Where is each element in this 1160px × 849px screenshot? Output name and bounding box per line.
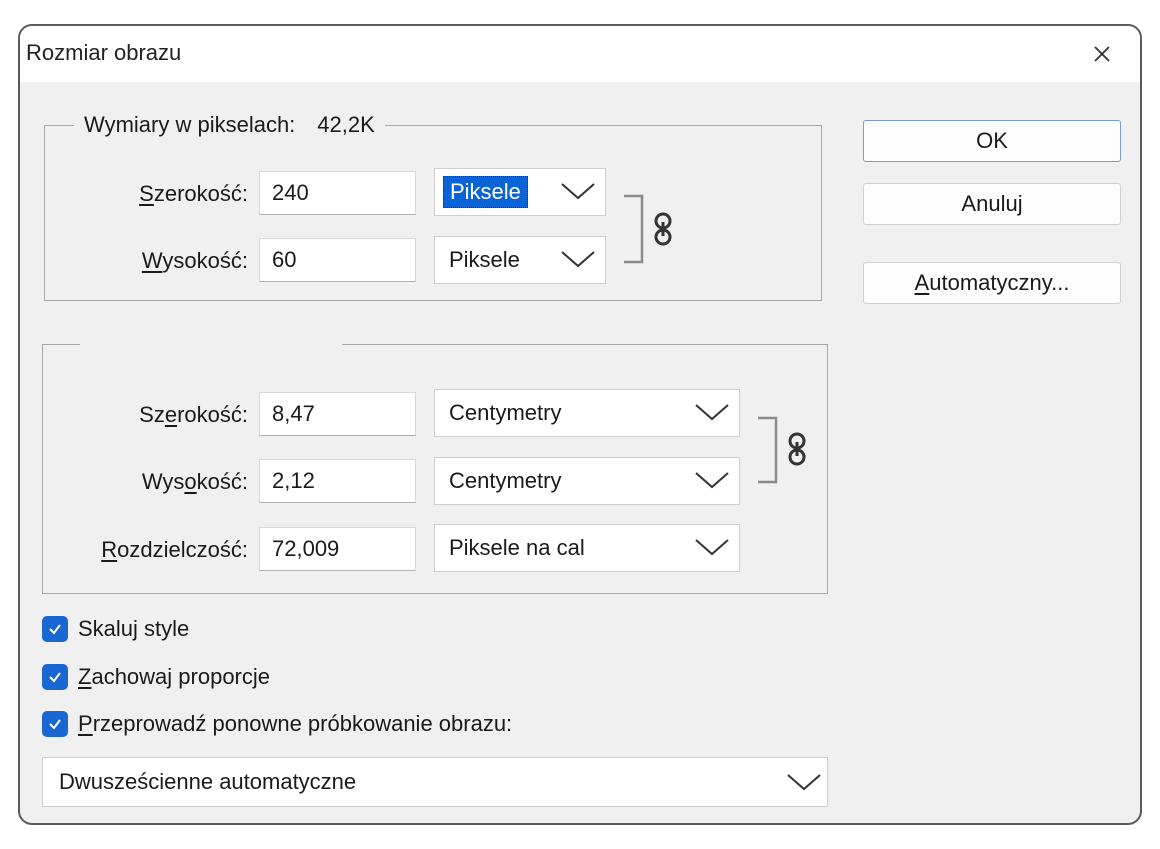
pixel-width-unit-value: Piksele bbox=[443, 176, 528, 208]
chevron-down-icon bbox=[787, 774, 821, 791]
pixel-dimensions-size: 42,2K bbox=[317, 112, 375, 137]
pixel-height-unit-select[interactable]: Piksele bbox=[434, 236, 606, 284]
close-icon bbox=[1094, 46, 1110, 62]
document-link-bracket bbox=[758, 416, 778, 484]
pixel-link-bracket bbox=[624, 194, 644, 264]
pixel-dimensions-legend: Wymiary w pikselach: 42,2K bbox=[74, 112, 385, 138]
pixel-dimensions-group bbox=[44, 125, 822, 301]
constrain-proportions-checkbox[interactable] bbox=[42, 664, 68, 690]
doc-height-label: Wysokość: bbox=[141, 469, 248, 494]
resample-method-select[interactable]: Dwusześcienne automatyczne bbox=[42, 757, 828, 807]
chevron-down-icon bbox=[561, 251, 595, 268]
document-size-legend bbox=[80, 332, 342, 356]
chevron-down-icon bbox=[695, 472, 729, 489]
doc-width-label: Szerokość: bbox=[139, 402, 248, 427]
pixel-height-label: Wysokość: bbox=[141, 248, 248, 273]
pixel-width-input[interactable]: 240 bbox=[259, 171, 416, 215]
constrain-proportions-checkbox-row[interactable]: Zachowaj proporcje bbox=[42, 664, 270, 690]
pixel-height-unit-value: Piksele bbox=[449, 247, 520, 272]
doc-height-input[interactable]: 2,12 bbox=[259, 459, 416, 503]
resolution-label: Rozdzielczość: bbox=[101, 537, 248, 562]
doc-height-unit-value: Centymetry bbox=[449, 468, 562, 493]
scale-styles-checkbox[interactable] bbox=[42, 616, 68, 642]
pixel-width-label: Szerokość: bbox=[139, 181, 248, 206]
resample-checkbox-row[interactable]: Przeprowadź ponowne próbkowanie obrazu: bbox=[42, 711, 512, 737]
close-button[interactable] bbox=[1082, 34, 1122, 74]
doc-width-unit-select[interactable]: Centymetry bbox=[434, 389, 740, 437]
resample-checkbox[interactable] bbox=[42, 711, 68, 737]
ok-button[interactable]: OK bbox=[863, 120, 1121, 162]
resolution-input[interactable]: 72,009 bbox=[259, 527, 416, 571]
image-size-dialog: Rozmiar obrazu Wymiary w pikselach: 42,2K… bbox=[18, 24, 1142, 825]
resolution-unit-value: Piksele na cal bbox=[449, 535, 585, 560]
pixel-dimensions-label: Wymiary w pikselach: bbox=[84, 112, 296, 137]
dialog-title: Rozmiar obrazu bbox=[26, 40, 182, 65]
checkmark-icon bbox=[49, 719, 61, 730]
chain-link-icon bbox=[654, 212, 672, 246]
chain-link-icon bbox=[788, 432, 806, 466]
resolution-unit-select[interactable]: Piksele na cal bbox=[434, 524, 740, 572]
scale-styles-checkbox-row[interactable]: Skaluj style bbox=[42, 616, 189, 642]
scale-styles-label: Skaluj style bbox=[78, 616, 190, 641]
cancel-button[interactable]: Anuluj bbox=[863, 183, 1121, 225]
doc-width-unit-value: Centymetry bbox=[449, 400, 562, 425]
checkmark-icon bbox=[49, 624, 61, 635]
pixel-width-unit-select[interactable]: Piksele bbox=[434, 168, 606, 216]
title-bar: Rozmiar obrazu bbox=[20, 26, 1140, 82]
resample-method-value: Dwusześcienne automatyczne bbox=[59, 769, 357, 794]
chevron-down-icon bbox=[695, 539, 729, 556]
auto-button[interactable]: Automatyczny... bbox=[863, 262, 1121, 304]
checkmark-icon bbox=[49, 672, 61, 683]
resample-label: Przeprowadź ponowne próbkowanie obrazu: bbox=[78, 711, 513, 736]
chevron-down-icon bbox=[561, 183, 595, 200]
doc-width-input[interactable]: 8,47 bbox=[259, 392, 416, 436]
doc-height-unit-select[interactable]: Centymetry bbox=[434, 457, 740, 505]
pixel-height-input[interactable]: 60 bbox=[259, 238, 416, 282]
chevron-down-icon bbox=[695, 404, 729, 421]
constrain-proportions-label: Zachowaj proporcje bbox=[78, 664, 270, 689]
